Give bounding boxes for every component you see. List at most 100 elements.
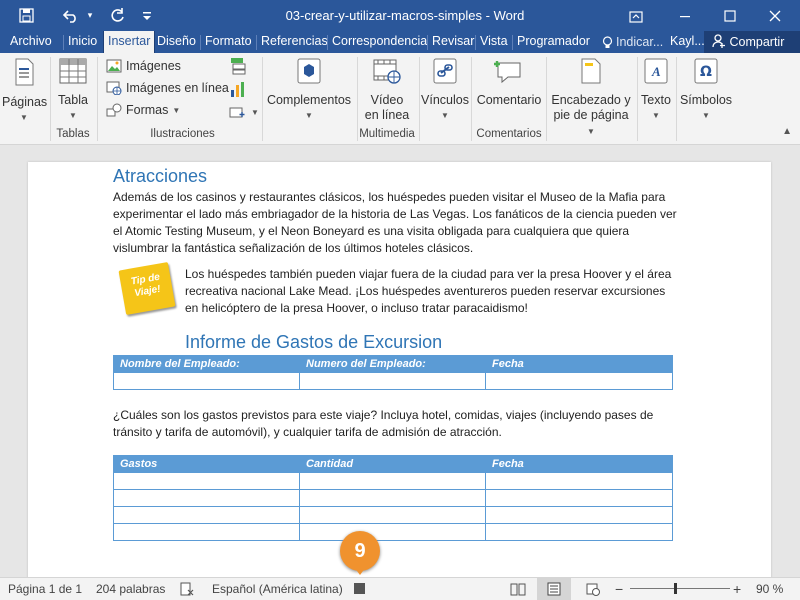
smartart-button[interactable]: [229, 57, 247, 75]
col-fecha: Fecha: [485, 355, 673, 373]
video-label-1: Vídeo: [370, 93, 404, 107]
tab-correspondencia[interactable]: Correspondencia: [328, 31, 431, 53]
language[interactable]: Español (América latina): [212, 578, 343, 600]
customize-toolbar-icon[interactable]: [140, 0, 154, 31]
step-callout-badge: 9: [340, 531, 380, 571]
read-mode-icon[interactable]: [510, 578, 526, 600]
video-linea-button[interactable]: Vídeo en línea: [359, 57, 415, 123]
tab-insertar[interactable]: Insertar: [103, 31, 156, 53]
group-tablas: Tablas: [56, 128, 90, 140]
tab-referencias[interactable]: Referencias: [257, 31, 332, 53]
tab-programador[interactable]: Programador: [513, 31, 594, 53]
table-row: [113, 489, 673, 507]
imagenes-linea-button[interactable]: Imágenes en línea: [106, 81, 229, 95]
close-icon[interactable]: [760, 0, 790, 31]
online-video-icon: [359, 57, 415, 89]
tab-diseno[interactable]: Diseño: [153, 31, 200, 53]
group-ilustraciones: Ilustraciones: [150, 128, 215, 140]
redo-icon[interactable]: [106, 0, 128, 31]
document-area: Atracciones Además de los casinos y rest…: [0, 146, 800, 577]
web-layout-icon[interactable]: [586, 578, 600, 600]
maximize-icon[interactable]: [715, 0, 745, 31]
comentario-button[interactable]: Comentario: [474, 57, 544, 108]
tell-me-text: Indicar...: [616, 34, 664, 49]
imagenes-label: Imágenes: [126, 59, 181, 73]
employee-table: Nombre del Empleado: Numero del Empleado…: [113, 355, 673, 390]
texto-label: Texto: [641, 93, 671, 107]
status-bar: Página 1 de 1 204 palabras Español (Amér…: [0, 577, 800, 600]
heading-atracciones: Atracciones: [113, 166, 208, 186]
zoom-slider[interactable]: [630, 578, 730, 600]
complementos-button[interactable]: Complementos ▼: [266, 57, 352, 123]
page-count[interactable]: Página 1 de 1: [8, 578, 82, 600]
col-nombre: Nombre del Empleado:: [113, 355, 300, 373]
comment-icon: [474, 57, 544, 89]
user-name[interactable]: Kayl...: [666, 31, 709, 53]
ribbon-tabs: Archivo Inicio Insertar Diseño Formato R…: [0, 31, 800, 53]
undo-icon[interactable]: [60, 0, 82, 31]
header-footer-icon: [548, 57, 634, 89]
paragraph-attractions: Además de los casinos y restaurantes clá…: [113, 190, 677, 255]
screenshot-button[interactable]: ▼: [229, 105, 259, 119]
expenses-table: Gastos Cantidad Fecha: [113, 455, 673, 541]
ribbon-display-icon[interactable]: [625, 0, 647, 31]
table-icon: [54, 57, 92, 89]
screenshot-icon: [229, 107, 245, 118]
vinculos-button[interactable]: Vínculos ▼: [421, 57, 469, 123]
undo-dropdown-icon[interactable]: ▾: [84, 0, 96, 31]
chart-button[interactable]: [229, 80, 247, 98]
window-title: 03-crear-y-utilizar-macros-simples - Wor…: [285, 8, 525, 23]
share-button[interactable]: Compartir: [704, 31, 800, 53]
col-fecha-2: Fecha: [485, 455, 673, 473]
zoom-slider-thumb[interactable]: [674, 583, 677, 594]
encabezado-label-1: Encabezado y: [551, 93, 631, 107]
group-comentarios: Comentarios: [476, 128, 542, 140]
tab-vista[interactable]: Vista: [476, 31, 512, 53]
collapse-ribbon-icon[interactable]: ▲: [782, 126, 792, 137]
person-icon: [712, 34, 725, 48]
col-gastos: Gastos: [113, 455, 300, 473]
lightbulb-icon: [602, 35, 613, 48]
tell-me-box[interactable]: Indicar...: [598, 31, 667, 53]
chart-icon: [231, 82, 244, 97]
omega-icon: Ω: [678, 57, 734, 89]
word-count[interactable]: 204 palabras: [96, 578, 165, 600]
paginas-button[interactable]: Páginas ▼: [2, 57, 47, 125]
simbolos-label: Símbolos: [679, 93, 733, 107]
table-row: [113, 372, 673, 390]
imagenes-linea-label: Imágenes en línea: [126, 81, 229, 95]
addins-icon: [266, 57, 352, 89]
imagenes-button[interactable]: Imágenes: [106, 59, 181, 73]
encabezado-button[interactable]: Encabezado y pie de página ▼: [548, 57, 634, 139]
tabla-button[interactable]: Tabla ▼: [54, 57, 92, 123]
tab-revisar[interactable]: Revisar: [428, 31, 478, 53]
complementos-label: Complementos: [266, 93, 352, 107]
svg-text:A: A: [651, 64, 661, 79]
paragraph-gastos: ¿Cuáles son los gastos previstos para es…: [113, 408, 654, 439]
paragraph-hoover: Los huéspedes también pueden viajar fuer…: [185, 267, 672, 315]
print-layout-icon[interactable]: [537, 578, 571, 600]
group-multimedia: Multimedia: [359, 128, 415, 140]
table-row: [113, 523, 673, 541]
tab-formato[interactable]: Formato: [201, 31, 256, 53]
minimize-icon[interactable]: [670, 0, 700, 31]
zoom-in-button[interactable]: +: [733, 578, 741, 600]
document-page[interactable]: Atracciones Además de los casinos y rest…: [28, 162, 771, 577]
zoom-out-button[interactable]: −: [615, 578, 623, 600]
tab-archivo[interactable]: Archivo: [6, 31, 56, 53]
macro-record-icon[interactable]: [354, 578, 365, 600]
encabezado-label-2: pie de página ▼: [553, 108, 629, 136]
zoom-level[interactable]: 90 %: [756, 578, 783, 600]
tip-sticky-note: Tip de Viaje!: [118, 262, 176, 315]
tab-inicio[interactable]: Inicio: [64, 31, 101, 53]
callout-pointer: [354, 567, 366, 575]
formas-button[interactable]: Formas ▼: [106, 103, 180, 117]
save-icon[interactable]: [14, 0, 38, 31]
proofing-icon[interactable]: [180, 578, 194, 600]
heading-informe: Informe de Gastos de Excursion: [185, 332, 443, 352]
simbolos-button[interactable]: Ω Símbolos ▼: [678, 57, 734, 123]
texto-button[interactable]: A Texto ▼: [638, 57, 674, 123]
table-row: [113, 506, 673, 524]
col-cantidad: Cantidad: [299, 455, 486, 473]
col-numero: Numero del Empleado:: [299, 355, 486, 373]
